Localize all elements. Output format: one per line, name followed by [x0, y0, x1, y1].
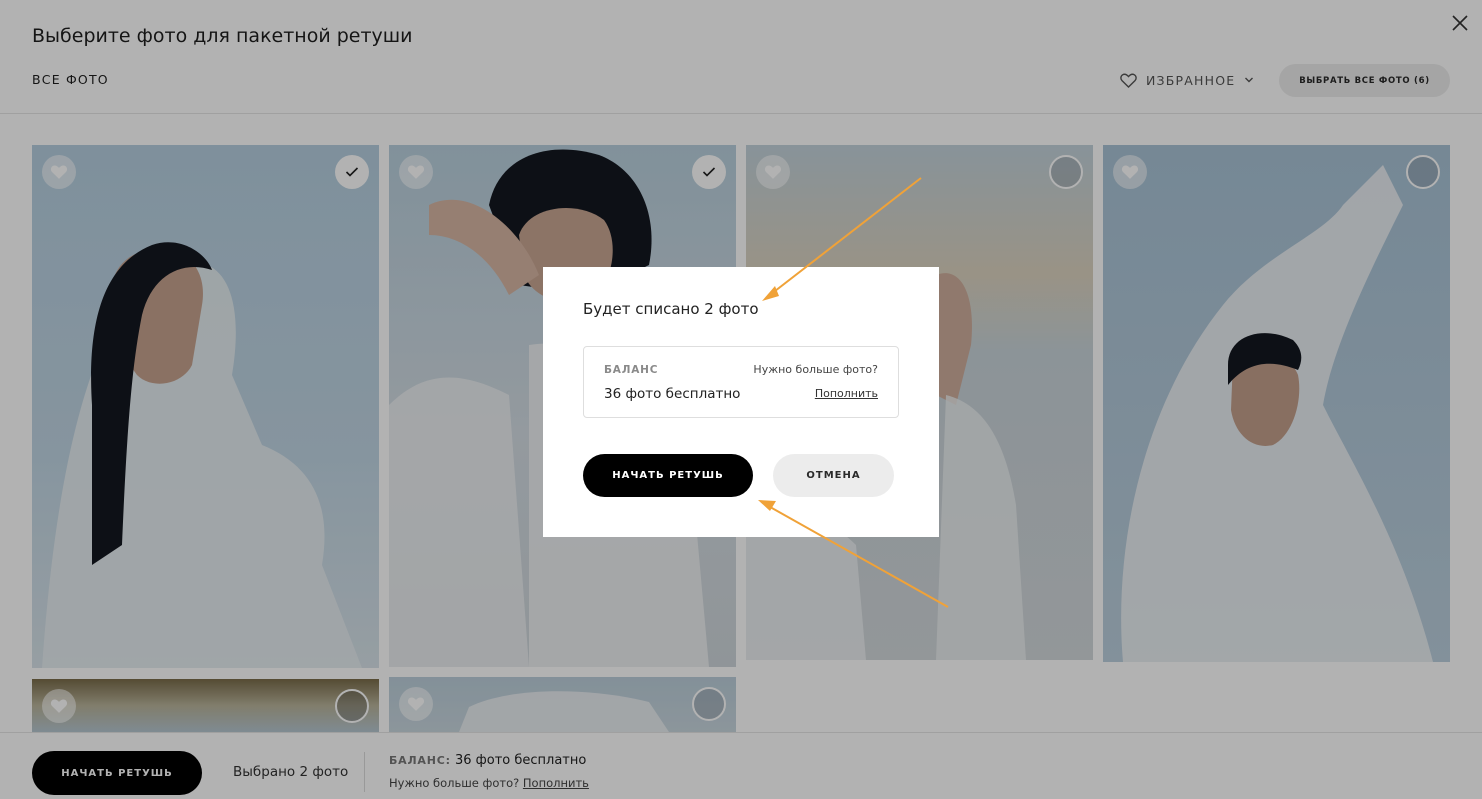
need-more-text: Нужно больше фото?: [753, 363, 878, 376]
confirm-dialog: Будет списано 2 фото БАЛАНС 36 фото бесп…: [543, 267, 939, 537]
topup-link[interactable]: Пополнить: [815, 387, 878, 400]
batch-retouch-page: Выберите фото для пакетной ретуши ВСЕ ФО…: [0, 0, 1482, 799]
start-retouch-button[interactable]: НАЧАТЬ РЕТУШЬ: [583, 454, 753, 497]
balance-value: 36 фото бесплатно: [604, 386, 741, 402]
balance-label: БАЛАНС: [604, 364, 659, 376]
cancel-button[interactable]: ОТМЕНА: [773, 454, 894, 497]
dialog-heading: Будет списано 2 фото: [583, 300, 759, 318]
balance-box: БАЛАНС 36 фото бесплатно Нужно больше фо…: [583, 346, 899, 418]
